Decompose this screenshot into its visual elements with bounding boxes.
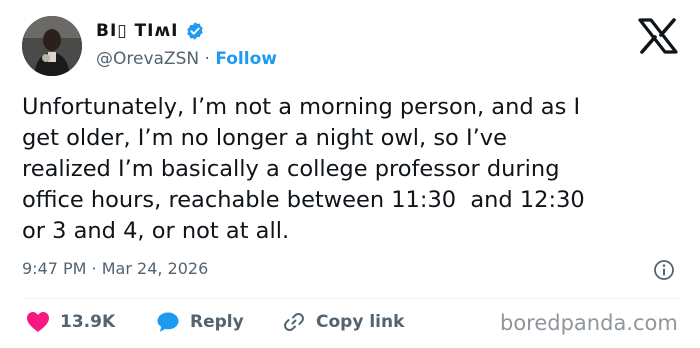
- verified-badge-icon: [186, 22, 203, 40]
- like-button[interactable]: 13.9K: [26, 310, 115, 334]
- like-count: 13.9K: [60, 312, 116, 332]
- display-name-row: BI▯ TIʍI: [96, 20, 205, 42]
- copy-link-button[interactable]: Copy link: [282, 310, 404, 334]
- timestamp-row: 9:47 PM · Mar 24, 2026: [22, 258, 208, 280]
- heart-icon: [27, 312, 49, 332]
- link-icon: [284, 312, 304, 332]
- tweet-time[interactable]: 9:47 PM: [22, 259, 86, 278]
- divider: [22, 298, 680, 299]
- copy-link-label: Copy link: [316, 312, 405, 332]
- tweet-date[interactable]: Mar 24, 2026: [102, 259, 209, 278]
- handle-separator: ·: [199, 49, 216, 69]
- tweet-text: Unfortunately, I’m not a morning person,…: [22, 94, 585, 244]
- timestamp-separator: ·: [86, 259, 102, 278]
- handle-row: @OrevaZSN · Follow: [96, 48, 277, 70]
- x-logo-icon[interactable]: [636, 16, 680, 56]
- tweet-card: BI▯ TIʍI @OrevaZSN · Follow Unfortunatel…: [0, 0, 700, 348]
- profile-photo-icon: [22, 16, 82, 76]
- reply-label: Reply: [190, 312, 244, 332]
- follow-button[interactable]: Follow: [215, 49, 277, 69]
- display-name[interactable]: BI▯ TIʍI: [96, 20, 179, 42]
- reply-button[interactable]: Reply: [156, 310, 244, 334]
- watermark: boredpanda.com: [500, 311, 678, 335]
- reply-bubble-icon: [157, 312, 179, 332]
- handle[interactable]: @OrevaZSN: [96, 49, 199, 69]
- info-icon[interactable]: [652, 258, 676, 282]
- avatar[interactable]: [22, 16, 82, 76]
